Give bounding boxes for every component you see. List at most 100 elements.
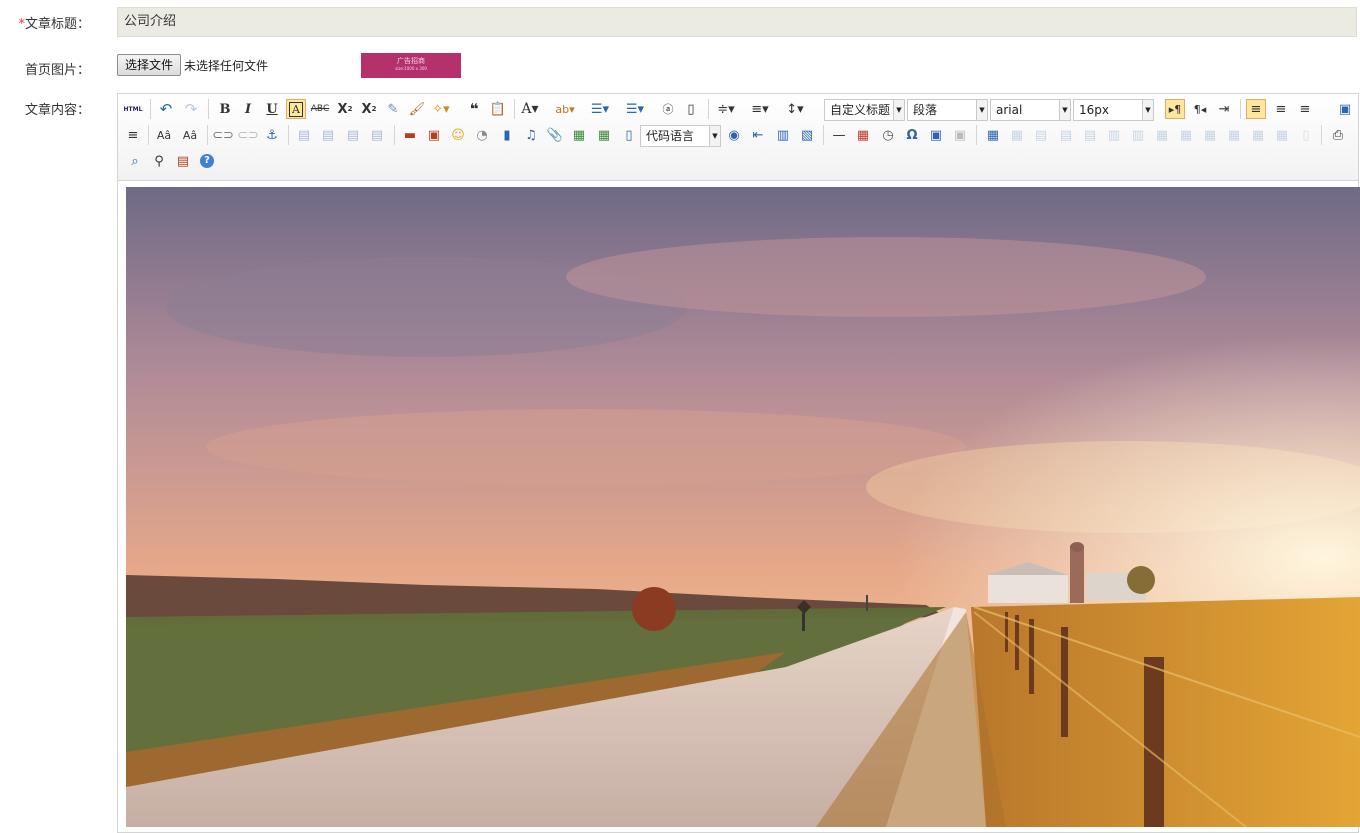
print-icon[interactable]: ⎙ [1328,125,1348,145]
insert-row-icon[interactable]: ▤ [1056,125,1076,145]
fullscreen-icon[interactable]: ▣ [1335,99,1355,119]
font-color-icon[interactable]: A▾ [520,99,540,119]
attachment-icon[interactable]: 📎 [545,125,565,145]
blockquote-icon[interactable]: ❝ [464,99,484,119]
unordered-list-icon[interactable]: ☰▾ [625,99,645,119]
align-right-icon[interactable]: ≡ [1295,99,1315,119]
bold-icon[interactable]: B [215,99,235,119]
paragraph-format-select[interactable]: 段落 ▼ [907,99,988,121]
thumb-text: 广告招商 [397,57,425,65]
select-all-icon[interactable]: ⓐ [658,99,678,119]
background-color-icon[interactable]: ab▾ [555,99,575,119]
delete-row-icon[interactable]: ▤ [1080,125,1100,145]
font-border-icon[interactable]: A [286,99,306,119]
eraser-icon[interactable]: ✎ [383,99,403,119]
gmap-icon[interactable]: ▦ [594,125,614,145]
chevron-down-icon: ▼ [1142,100,1153,120]
music-icon[interactable]: ♫ [521,125,541,145]
insert-table-icon[interactable]: ▦ [983,125,1003,145]
preview-icon[interactable]: ⌕ [125,151,145,171]
align-justify-icon[interactable]: ≡ [123,125,143,145]
split-to-cols-icon[interactable]: ▦ [1272,125,1292,145]
merge-right-icon[interactable]: ▦ [1176,125,1196,145]
subscript-icon[interactable]: X2 [359,99,379,119]
chevron-down-icon: ▼ [976,100,987,120]
unlink-icon[interactable]: ⊂⊃ [237,125,259,145]
help-icon[interactable]: ? [197,151,217,171]
uppercase-icon[interactable]: Aâ [154,125,174,145]
webapp-icon[interactable]: ◉ [724,125,744,145]
insert-col-icon[interactable]: ▥ [1104,125,1124,145]
code-language-select[interactable]: 代码语言 ▼ [640,125,721,147]
indent-icon[interactable]: ⇥ [1214,99,1234,119]
snap-screen-icon[interactable]: ▣ [926,125,946,145]
delete-table-icon[interactable]: ▦ [1007,125,1027,145]
homepage-image-thumbnail: 广告招商 size:1000 x 300 [361,53,461,78]
underline-icon[interactable]: U [262,99,282,119]
font-family-select[interactable]: arial ▼ [990,99,1071,121]
insert-frame-icon[interactable]: ▯ [619,125,639,145]
time-icon[interactable]: ◷ [878,125,898,145]
custom-heading-select[interactable]: 自定义标题 ▼ [824,99,905,121]
strikethrough-icon[interactable]: ABC [310,99,330,119]
horizontal-rule-icon[interactable]: — [829,125,849,145]
undo-icon[interactable]: ↶ [156,99,176,119]
wordimage-icon[interactable]: ▣ [950,125,970,145]
link-icon[interactable]: ⊂⊃ [212,125,234,145]
toolbar-separator [976,125,977,145]
date-icon[interactable]: ▦ [853,125,873,145]
special-chars-icon[interactable]: Ω [902,125,922,145]
chevron-down-icon: ▼ [709,126,720,146]
italic-icon[interactable]: I [238,99,258,119]
align-left-icon[interactable]: ≡ [1246,99,1266,119]
charts-icon[interactable]: ▯ [1296,125,1316,145]
paste-plain-icon[interactable]: 📋 [488,99,508,119]
font-size-select[interactable]: 16px ▼ [1073,99,1154,121]
image-center-icon[interactable]: ▤ [367,125,387,145]
map-icon[interactable]: ▦ [569,125,589,145]
delete-col-icon[interactable]: ▥ [1128,125,1148,145]
merge-cells-icon[interactable]: ▦ [1152,125,1172,145]
line-height-icon[interactable]: ↕▾ [785,99,805,119]
insert-video-icon[interactable]: ▮ [497,125,517,145]
align-center-icon[interactable]: ≡ [1271,99,1291,119]
merge-down-icon[interactable]: ▦ [1200,125,1220,145]
emotion-icon[interactable]: ☺ [448,125,468,145]
row-spacing-top-icon[interactable]: ≑▾ [716,99,736,119]
pagebreak-icon[interactable]: ⇤ [748,125,768,145]
editor-content-area[interactable] [126,187,1360,827]
anchor-icon[interactable]: ⚓ [262,125,282,145]
rtl-direction-icon[interactable]: ¶◂ [1190,99,1210,119]
toolbar-separator [208,99,209,119]
choose-file-button[interactable]: 选择文件 [117,54,182,76]
insert-image-icon[interactable]: ▣ [424,125,444,145]
split-to-cells-icon[interactable]: ▦ [1224,125,1244,145]
superscript-icon[interactable]: X2 [335,99,355,119]
thumb-size-text: size:1000 x 300 [395,66,427,71]
search-replace-icon[interactable]: ⚲ [149,151,169,171]
content-label: 文章内容： [24,103,90,118]
rich-text-editor[interactable]: HTML ↶ ↷ B I U A ABC X2 X2 ✎ 🖌 ✧▾ ❝ 📋 A▾… [117,93,1360,833]
title-input[interactable]: 公司介绍 [117,7,1357,37]
image-none-icon[interactable]: ▤ [294,125,314,145]
ltr-direction-icon[interactable]: ▸¶ [1165,99,1185,119]
redo-icon[interactable]: ↷ [181,99,201,119]
html-source-icon[interactable]: HTML [123,99,143,119]
template-icon[interactable]: ▥ [773,125,793,145]
drafts-icon[interactable]: ▤ [173,151,193,171]
row-spacing-bottom-icon[interactable]: ≡▾ [750,99,770,119]
simple-upload-icon[interactable]: ▬ [400,125,420,145]
image-left-icon[interactable]: ▤ [318,125,338,145]
image-right-icon[interactable]: ▤ [343,125,363,145]
lowercase-icon[interactable]: Aâ [180,125,200,145]
autotypeset-icon[interactable]: ✧▾ [431,99,451,119]
split-to-rows-icon[interactable]: ▦ [1248,125,1268,145]
format-painter-icon[interactable]: 🖌 [407,99,427,119]
toolbar-separator [148,125,149,145]
title-label: *文章标题： [18,17,90,32]
ordered-list-icon[interactable]: ☰▾ [590,99,610,119]
clear-doc-icon[interactable]: ▯ [681,99,701,119]
insert-paragraph-before-table-icon[interactable]: ▤ [1031,125,1051,145]
scrawl-icon[interactable]: ◔ [472,125,492,145]
background-icon[interactable]: ▧ [797,125,817,145]
